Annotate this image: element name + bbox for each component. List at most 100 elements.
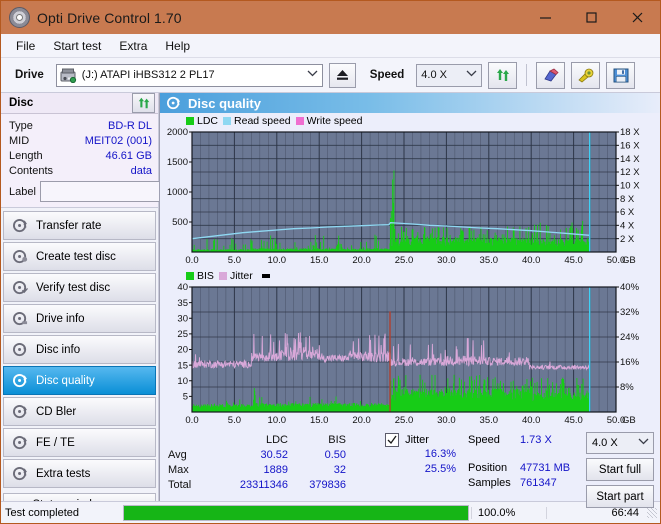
svg-text:10 X: 10 X <box>620 181 640 192</box>
resize-grip-icon[interactable] <box>647 507 657 518</box>
jitter-label: Jitter <box>405 433 429 446</box>
chart-2-legend: BIS Jitter <box>160 268 660 283</box>
menu-item-start-test[interactable]: Start test <box>44 37 110 55</box>
legend-swatch <box>186 272 194 280</box>
sidebar-item-extra-tests[interactable]: Extra tests <box>3 459 156 488</box>
eject-button[interactable] <box>328 62 356 88</box>
svg-text:40.0: 40.0 <box>522 415 541 426</box>
speed-select[interactable]: 4.0 X <box>416 63 483 87</box>
sidebar-item-label: Disc info <box>36 343 81 356</box>
chevron-down-icon <box>307 69 318 81</box>
row-label-max: Max <box>168 463 189 476</box>
legend-item-marker <box>258 274 270 278</box>
sidebar-item-label: FE / TE <box>36 436 75 449</box>
readout-area: Speed 1.73 X Position 47731 MB Samples 7… <box>468 432 660 508</box>
maximize-button[interactable] <box>568 1 614 34</box>
jitter-checkbox[interactable] <box>385 432 400 447</box>
sidebar-item-drive-info[interactable]: Drive info <box>3 304 156 333</box>
svg-text:12 X: 12 X <box>620 167 640 178</box>
disc-length-value: 46.61 GB <box>105 149 152 162</box>
svg-text:6 X: 6 X <box>620 207 635 218</box>
svg-text:15.0: 15.0 <box>310 255 329 266</box>
svg-text:24%: 24% <box>620 332 640 343</box>
error-stats-table: LDC BIS Avg 30.52 0.50 Max 1889 32 Total… <box>160 432 346 508</box>
erase-button[interactable] <box>536 61 566 89</box>
position-readout-value: 47731 MB <box>520 461 571 474</box>
window-controls <box>522 1 660 34</box>
position-readout-label: Position <box>468 461 508 474</box>
svg-text:20.0: 20.0 <box>352 415 371 426</box>
statistics-area: LDC BIS Avg 30.52 0.50 Max 1889 32 Total… <box>160 428 660 508</box>
disc-icon <box>13 342 27 357</box>
save-button[interactable] <box>606 61 636 89</box>
action-buttons: 4.0 X Start full Start part <box>586 432 654 508</box>
svg-text:2000: 2000 <box>167 128 188 138</box>
drive-select[interactable]: (J:) ATAPI iHBS312 2 PL17 <box>55 63 323 87</box>
samples-readout-value: 761347 <box>520 476 557 489</box>
app-logo-icon <box>9 7 30 28</box>
disc-type-value: BD-R DL <box>107 119 152 132</box>
disc-label-row: Label <box>9 181 244 202</box>
svg-text:8 X: 8 X <box>620 194 635 205</box>
tools-button[interactable] <box>571 61 601 89</box>
svg-text:45.0: 45.0 <box>564 415 583 426</box>
disc-icon <box>13 218 27 233</box>
legend-label: LDC <box>197 115 219 127</box>
svg-text:20.0: 20.0 <box>352 255 371 266</box>
start-full-button[interactable]: Start full <box>586 458 654 481</box>
svg-text:15.0: 15.0 <box>310 415 329 426</box>
close-button[interactable] <box>614 1 660 34</box>
sidebar-item-create-test-disc[interactable]: Create test disc <box>3 242 156 271</box>
svg-text:GB: GB <box>622 415 636 426</box>
refresh-disc-button[interactable] <box>132 93 155 113</box>
refresh-drive-button[interactable] <box>488 61 518 89</box>
legend-label: BIS <box>197 270 214 282</box>
menu-item-help[interactable]: Help <box>156 37 199 55</box>
sidebar-item-transfer-rate[interactable]: Transfer rate <box>3 211 156 240</box>
svg-text:30.0: 30.0 <box>437 415 456 426</box>
svg-text:25: 25 <box>177 329 188 340</box>
jitter-avg: 16.3% <box>424 448 456 460</box>
disc-panel-header: Disc <box>1 93 158 114</box>
legend-item-write-speed: Write speed <box>295 115 363 127</box>
menu-item-extra[interactable]: Extra <box>110 37 156 55</box>
disc-type-label: Type <box>9 119 33 132</box>
chart-1-legend: LDC Read speed Write speed <box>160 113 660 128</box>
readout-row-position: Position 47731 MB <box>468 460 580 475</box>
sidebar-item-label: Transfer rate <box>36 219 102 232</box>
sidebar-item-disc-info[interactable]: Disc info <box>3 335 156 364</box>
sidebar-item-verify-test-disc[interactable]: Verify test disc <box>3 273 156 302</box>
chart-ldc-speed[interactable]: 500 1000 1500 2000 2 X 4 X 6 X 8 X 10 X 12 X 14 X 1… <box>160 128 660 268</box>
start-part-button[interactable]: Start part <box>586 485 654 508</box>
menu-item-file[interactable]: File <box>7 37 44 55</box>
speed-readout-value: 1.73 X <box>520 433 552 446</box>
chart-bis-jitter[interactable]: 5 10 15 20 25 30 35 40 8% 16% 24% 32% 40% 0.0 5.0 10.0 1… <box>160 283 660 428</box>
ldc-total: 23311346 <box>239 478 288 491</box>
test-speed-select[interactable]: 4.0 X <box>586 432 654 454</box>
svg-text:2 X: 2 X <box>620 234 635 245</box>
readout-values: Speed 1.73 X Position 47731 MB Samples 7… <box>468 432 580 508</box>
sidebar-item-disc-quality[interactable]: Disc quality <box>3 366 156 395</box>
table-row: Max 1889 32 <box>168 462 346 477</box>
sidebar-item-label: CD Bler <box>36 405 77 418</box>
disc-info-row-mid: MID MEIT02 (001) <box>9 133 152 148</box>
speed-readout-label: Speed <box>468 433 500 446</box>
sidebar-item-fe-te[interactable]: FE / TE <box>3 428 156 457</box>
disc-icon <box>13 373 27 388</box>
legend-swatch <box>186 117 194 125</box>
nav-list: Transfer rate Create test disc Verify te… <box>1 208 158 519</box>
sidebar-item-cd-bler[interactable]: CD Bler <box>3 397 156 426</box>
disc-info-panel: Type BD-R DL MID MEIT02 (001) Length 46.… <box>1 114 244 208</box>
minimize-button[interactable] <box>522 1 568 34</box>
svg-text:35.0: 35.0 <box>480 255 499 266</box>
disc-icon <box>13 466 27 481</box>
svg-text:500: 500 <box>172 217 188 228</box>
row-label-total: Total <box>168 478 192 491</box>
main-panel: Disc quality LDC Read speed Write speed <box>159 93 660 508</box>
legend-swatch <box>218 272 227 280</box>
svg-text:1000: 1000 <box>167 187 188 198</box>
bis-avg: 0.50 <box>324 448 346 461</box>
svg-text:15: 15 <box>177 360 188 371</box>
jitter-max: 25.5% <box>424 463 456 475</box>
bis-max: 32 <box>333 463 346 476</box>
